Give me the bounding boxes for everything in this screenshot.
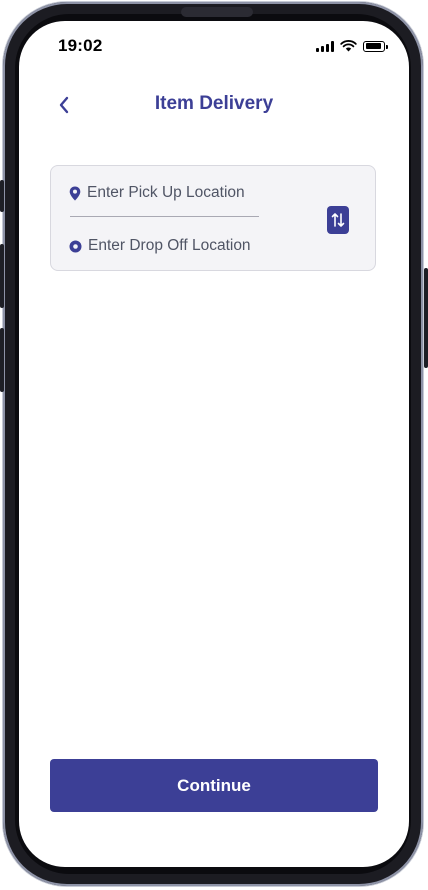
side-button-volume-down xyxy=(0,328,4,392)
speaker-notch xyxy=(181,7,253,17)
location-card: Enter Pick Up Location Enter Drop Off Lo… xyxy=(50,165,376,271)
continue-button[interactable]: Continue xyxy=(50,759,378,812)
side-button-volume-up xyxy=(0,244,4,308)
dropoff-location-field[interactable]: Enter Drop Off Location xyxy=(69,237,251,255)
status-time: 19:02 xyxy=(58,36,103,55)
app-screen: 19:02 Item Delivery Enter Pick Up Locati… xyxy=(19,21,409,867)
cellular-signal-icon xyxy=(316,40,334,52)
battery-icon xyxy=(363,40,388,52)
pickup-placeholder: Enter Pick Up Location xyxy=(87,184,245,201)
header: Item Delivery xyxy=(19,85,409,125)
dropoff-placeholder: Enter Drop Off Location xyxy=(88,237,251,254)
status-icons xyxy=(316,40,388,52)
side-button-power xyxy=(424,268,428,368)
map-pin-icon xyxy=(69,186,81,200)
pickup-location-field[interactable]: Enter Pick Up Location xyxy=(69,184,245,202)
page-title: Item Delivery xyxy=(154,93,274,114)
location-divider xyxy=(70,216,259,217)
swap-locations-button[interactable] xyxy=(327,206,349,234)
target-dot-icon xyxy=(69,240,82,252)
side-button-mute xyxy=(0,180,4,212)
wifi-icon xyxy=(340,40,357,52)
swap-vertical-icon xyxy=(331,213,345,227)
